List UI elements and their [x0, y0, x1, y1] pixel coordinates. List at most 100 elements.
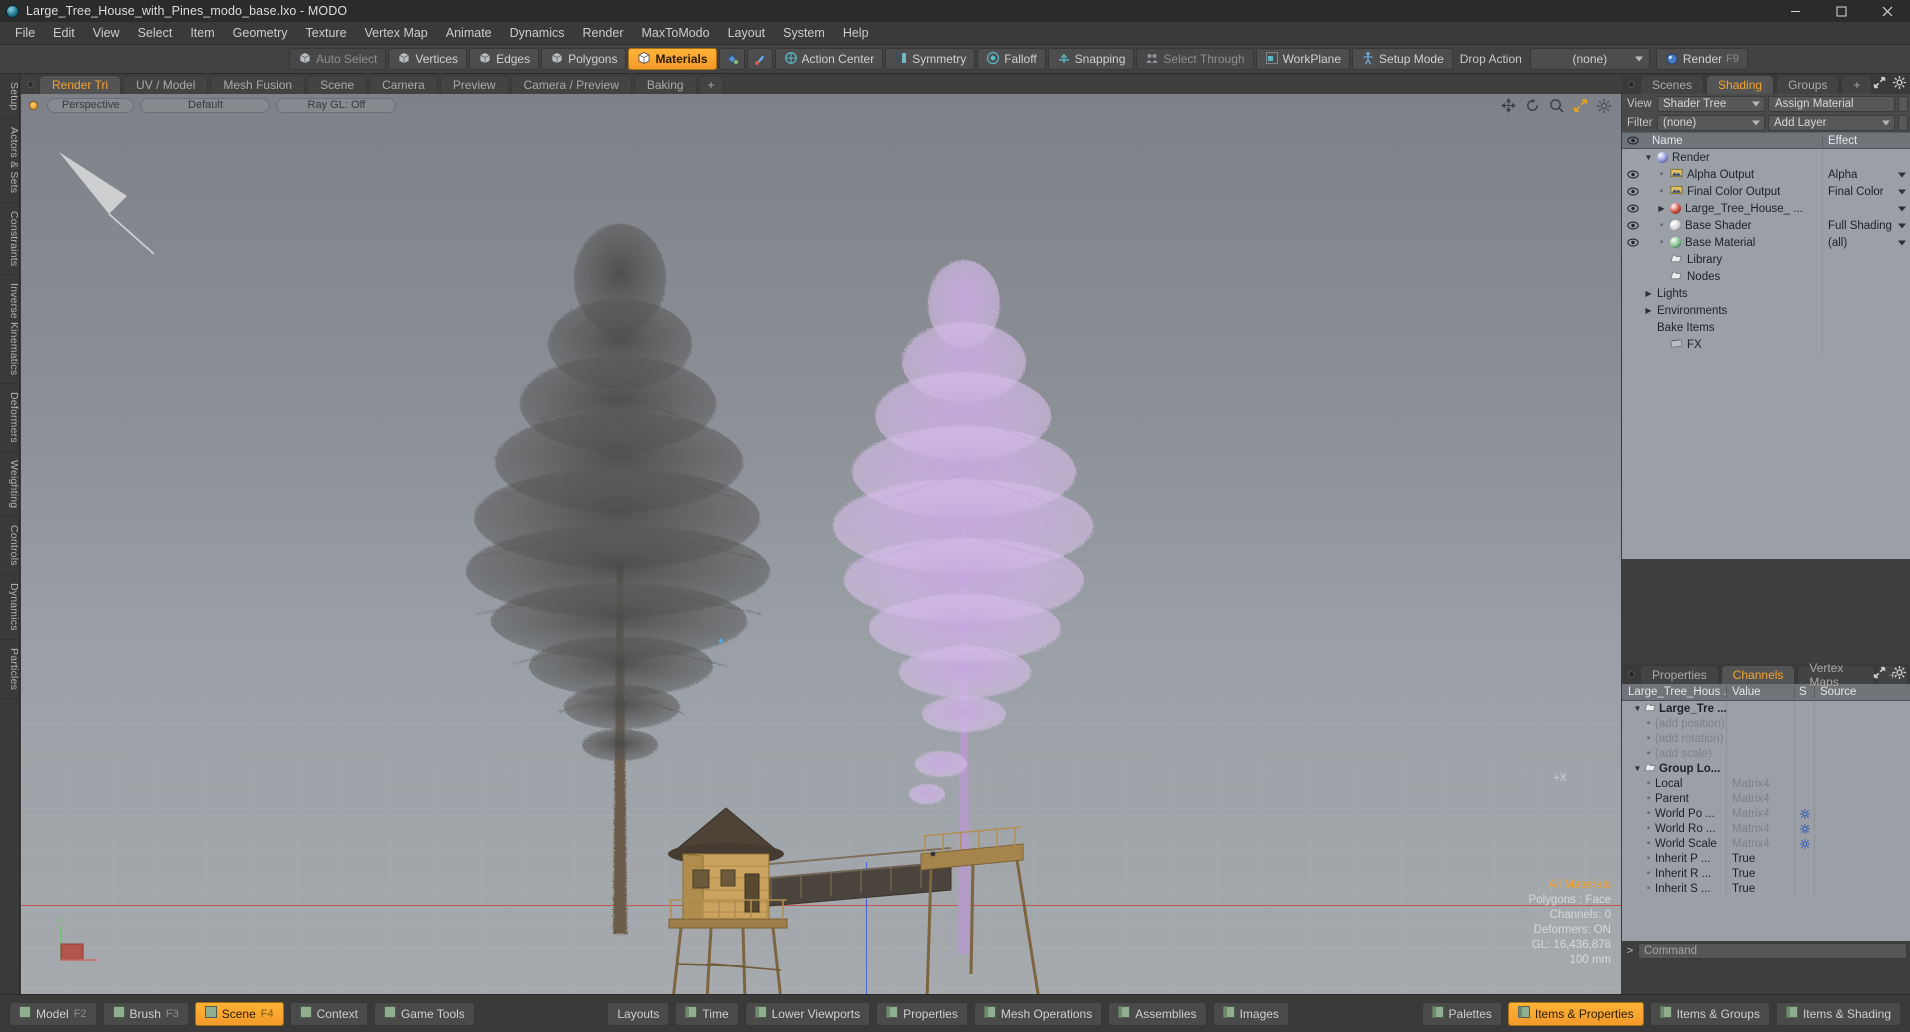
- menu-item-item[interactable]: Item: [181, 24, 223, 42]
- viewport-tab-[interactable]: +: [698, 75, 724, 94]
- viewport-menu-dot-icon[interactable]: [27, 81, 34, 88]
- rail-item-deformers[interactable]: Deformers: [0, 384, 20, 453]
- chevron-down-icon[interactable]: [1898, 172, 1906, 177]
- shader-filter-select[interactable]: (none): [1657, 114, 1765, 131]
- shading-tab-shading[interactable]: Shading: [1706, 75, 1775, 94]
- shader-tree-row[interactable]: ▪ Final Color Output Final Color: [1622, 183, 1910, 200]
- channels-table-row[interactable]: ▪ Local Matrix4: [1622, 776, 1910, 791]
- shading-menu-dot-icon[interactable]: [1628, 81, 1635, 88]
- shader-tree-row[interactable]: ▪ Alpha Output Alpha: [1622, 166, 1910, 183]
- tool-workplane-button[interactable]: WorkPlane: [1255, 48, 1351, 70]
- expand-icon[interactable]: [1873, 76, 1886, 89]
- visibility-eye-icon[interactable]: [1622, 187, 1644, 196]
- shader-tree-row[interactable]: Nodes: [1622, 268, 1910, 285]
- pan-icon[interactable]: [1501, 98, 1516, 113]
- bottom-items-shading-button[interactable]: Items & Shading: [1775, 1001, 1902, 1026]
- menu-item-geometry[interactable]: Geometry: [224, 24, 297, 42]
- bottom-brush-button[interactable]: Brush F3: [102, 1001, 189, 1026]
- rail-item-particles[interactable]: Particles: [0, 640, 20, 699]
- shader-tree-effect-cell[interactable]: Final Color: [1822, 183, 1910, 200]
- bottom-context-button[interactable]: Context: [289, 1001, 368, 1026]
- visibility-eye-icon[interactable]: [1622, 238, 1644, 247]
- gear-icon[interactable]: [1799, 808, 1810, 819]
- menu-item-layout[interactable]: Layout: [719, 24, 775, 42]
- gear-icon[interactable]: [1799, 823, 1810, 834]
- channels-table-row[interactable]: ▪ World Scale Matrix4: [1622, 836, 1910, 851]
- channel-value-cell[interactable]: [1726, 716, 1794, 731]
- shader-tree-row[interactable]: FX: [1622, 336, 1910, 353]
- bottom-properties-button[interactable]: Properties: [876, 1001, 968, 1026]
- bottom-images-button[interactable]: Images: [1212, 1001, 1289, 1026]
- channels-table-row[interactable]: ▪ (add scale): [1622, 746, 1910, 761]
- menu-item-edit[interactable]: Edit: [44, 24, 84, 42]
- channels-table-row[interactable]: ▪ Inherit R ... True: [1622, 866, 1910, 881]
- add-layer-select[interactable]: Add Layer: [1768, 114, 1895, 131]
- rail-item-setup[interactable]: Setup: [0, 74, 20, 120]
- rail-item-actors-sets[interactable]: Actors & Sets: [0, 119, 20, 203]
- viewport-tab-mesh-fusion[interactable]: Mesh Fusion: [210, 75, 306, 94]
- maximize-button[interactable]: [1818, 0, 1864, 22]
- rotate-icon[interactable]: [1525, 98, 1540, 113]
- render-button[interactable]: Render F9: [1655, 48, 1749, 70]
- bottom-items-groups-button[interactable]: Items & Groups: [1649, 1001, 1770, 1026]
- viewport-tab-preview[interactable]: Preview: [439, 75, 509, 94]
- channels-table-row[interactable]: ▼ Group Lo...: [1622, 761, 1910, 776]
- bottom-lower-viewports-button[interactable]: Lower Viewports: [744, 1001, 871, 1026]
- menu-item-select[interactable]: Select: [129, 24, 182, 42]
- menu-item-texture[interactable]: Texture: [297, 24, 356, 42]
- view-mode-button[interactable]: Perspective: [47, 97, 135, 113]
- chevron-down-icon[interactable]: [1898, 189, 1906, 194]
- channels-table-row[interactable]: ▪ Inherit S ... True: [1622, 881, 1910, 896]
- shader-tree-effect-cell[interactable]: [1822, 200, 1910, 217]
- channels-table-row[interactable]: ▼ Large_Tre ...: [1622, 701, 1910, 716]
- viewport-tab-render-tri[interactable]: Render Tri: [39, 75, 122, 94]
- shader-tree-effect-cell[interactable]: Alpha: [1822, 166, 1910, 183]
- channel-value-cell[interactable]: Matrix4: [1726, 821, 1794, 836]
- channel-value-cell[interactable]: [1726, 746, 1794, 761]
- command-input[interactable]: Command: [1638, 943, 1907, 959]
- channel-driver-gear-icon[interactable]: [1794, 836, 1814, 851]
- shader-tree-effect-cell[interactable]: Full Shading: [1822, 217, 1910, 234]
- bottom-palettes-button[interactable]: Palettes: [1421, 1001, 1502, 1026]
- assign-material-button[interactable]: Assign Material: [1768, 95, 1895, 112]
- menu-item-maxtomodo[interactable]: MaxToModo: [633, 24, 719, 42]
- tool-auto-select-button[interactable]: Auto Select: [289, 48, 387, 70]
- viewport-tab-camera[interactable]: Camera: [369, 75, 438, 94]
- tool-polygons-button[interactable]: Polygons: [541, 48, 627, 70]
- channel-driver-gear-icon[interactable]: [1794, 806, 1814, 821]
- close-button[interactable]: [1864, 0, 1910, 22]
- rail-item-dynamics[interactable]: Dynamics: [0, 575, 20, 640]
- shader-tree-row[interactable]: ▪ Base Material (all): [1622, 234, 1910, 251]
- visibility-eye-icon[interactable]: [1622, 221, 1644, 230]
- shader-view-select[interactable]: Shader Tree: [1657, 95, 1765, 112]
- tool-materials-button[interactable]: Materials: [628, 48, 717, 70]
- channels-table-body[interactable]: ▼ Large_Tre ... ▪ (add position) ▪ (add rotat…: [1622, 701, 1910, 941]
- channel-value-cell[interactable]: [1726, 731, 1794, 746]
- channel-driver-gear-icon[interactable]: [1794, 821, 1814, 836]
- shader-tree-row[interactable]: ▶ Lights: [1622, 285, 1910, 302]
- channel-value-cell[interactable]: True: [1726, 851, 1794, 866]
- drop-action-dropdown[interactable]: (none): [1529, 48, 1650, 70]
- viewport-tab-baking[interactable]: Baking: [633, 75, 697, 94]
- channels-tab-channels[interactable]: Channels: [1720, 665, 1796, 684]
- menu-item-file[interactable]: File: [6, 24, 44, 42]
- bottom-model-button[interactable]: Model F2: [9, 1001, 97, 1026]
- paint-brush-icon[interactable]: [746, 48, 773, 70]
- channel-value-cell[interactable]: [1726, 761, 1794, 776]
- channel-value-cell[interactable]: Matrix4: [1726, 836, 1794, 851]
- bottom-items-properties-button[interactable]: Items & Properties: [1507, 1001, 1644, 1026]
- channels-table-row[interactable]: ▪ Parent Matrix4: [1622, 791, 1910, 806]
- channels-tab-vertex-maps[interactable]: Vertex Maps: [1797, 661, 1875, 689]
- viewport-settings-gear-icon[interactable]: [1597, 98, 1611, 113]
- channel-value-cell[interactable]: True: [1726, 866, 1794, 881]
- shading-tab-[interactable]: +: [1841, 75, 1873, 94]
- chevron-down-icon[interactable]: [1898, 206, 1906, 211]
- tool-setup-mode-button[interactable]: Setup Mode: [1352, 48, 1453, 70]
- 3d-viewport[interactable]: Perspective Default Ray GL: Off +X Y All…: [21, 94, 1621, 994]
- rail-item-weighting[interactable]: Weighting: [0, 452, 20, 518]
- bottom-scene-button[interactable]: Scene F4: [194, 1001, 284, 1026]
- channels-menu-dot-icon[interactable]: [1628, 671, 1635, 678]
- fit-icon[interactable]: [1573, 98, 1588, 113]
- shader-tree-row[interactable]: ▶ Large_Tree_House_ ...: [1622, 200, 1910, 217]
- expand-icon[interactable]: [1873, 666, 1886, 679]
